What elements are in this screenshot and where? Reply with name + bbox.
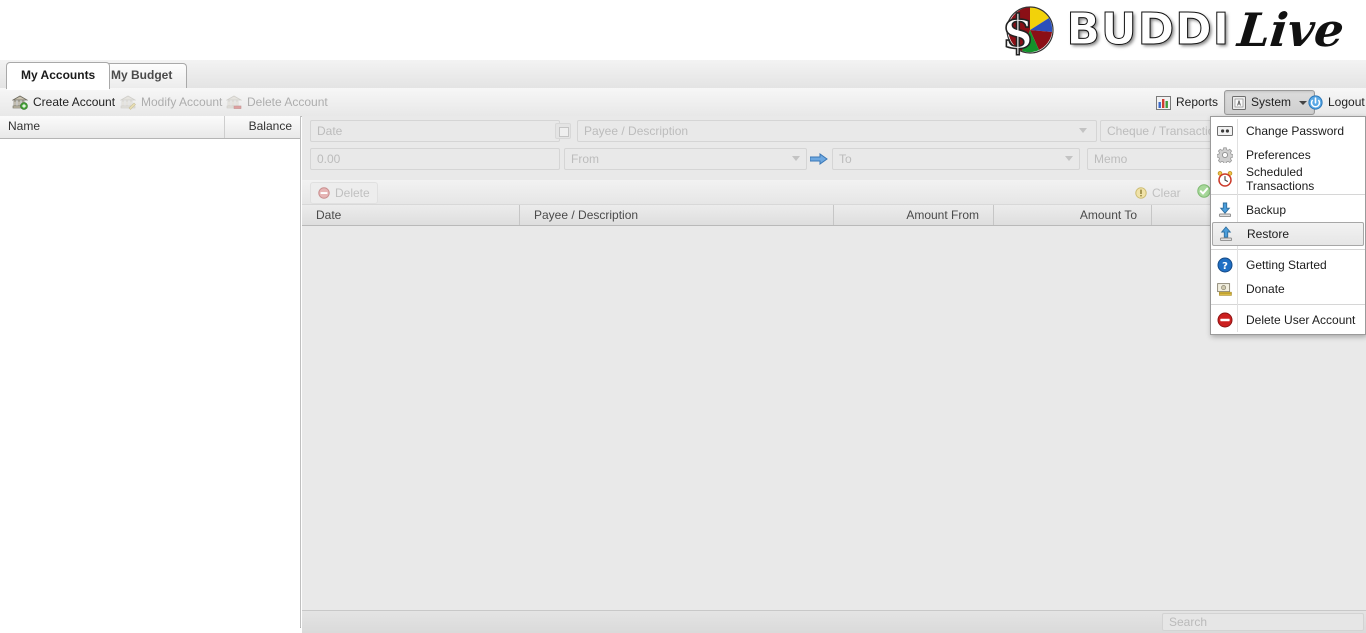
tab-strip: My Accounts My Budget [0,60,1366,90]
tx-column-date[interactable]: Date [302,205,520,225]
help-icon: ? [1213,254,1237,276]
tab-my-budget-label: My Budget [111,68,173,82]
menu-item-backup-label: Backup [1246,203,1287,217]
bar-chart-icon [1156,95,1171,110]
logo-suffix-text: Live [1235,3,1347,57]
accounts-table-header: Name Balance [0,116,300,139]
menu-item-change-password[interactable]: Change Password [1211,119,1365,143]
chevron-down-icon[interactable] [1065,156,1073,161]
delete-account-button[interactable]: Delete Account [218,90,336,115]
logout-label: Logout [1328,95,1365,109]
delete-transaction-button[interactable]: Delete [310,182,378,204]
accounts-column-name[interactable]: Name [0,116,225,138]
to-account-select[interactable]: To [832,148,1080,170]
accounts-panel: Name Balance [0,116,301,628]
modify-account-button[interactable]: Modify Account [112,90,230,115]
menu-item-restore-label: Restore [1247,227,1290,241]
tx-column-amount-from[interactable]: Amount From [834,205,994,225]
accounts-table-body[interactable] [0,139,300,628]
upload-icon [1214,223,1238,245]
warning-icon [1135,187,1147,199]
transaction-entry-row-1: Date Payee / Description Cheque / Transa… [302,120,1366,148]
alarm-clock-icon [1213,168,1237,190]
modify-account-label: Modify Account [141,95,223,109]
menu-separator [1211,194,1365,195]
menu-item-getting-started-label: Getting Started [1246,258,1327,272]
tx-column-payee[interactable]: Payee / Description [520,205,834,225]
main-toolbar: Create Account Modify Account Delete Acc… [0,88,1366,117]
menu-item-change-password-label: Change Password [1246,124,1345,138]
gear-icon [1213,144,1237,166]
menu-item-delete-user-account[interactable]: Delete User Account [1211,308,1365,332]
accounts-column-balance[interactable]: Balance [225,116,300,138]
transactions-footer: Search [302,610,1366,633]
menu-item-backup[interactable]: Backup [1211,198,1365,222]
delete-circle-icon [318,187,330,199]
bank-add-icon [12,95,28,110]
transaction-entry-row-2: 0.00 From To Memo [302,148,1366,176]
menu-separator [1211,304,1365,305]
clear-label: Clear [1152,186,1181,200]
menu-item-scheduled-transactions[interactable]: Scheduled Transactions [1211,165,1365,193]
svg-text:$: $ [1002,5,1034,58]
create-account-button[interactable]: Create Account [4,90,123,115]
tx-column-amount-to[interactable]: Amount To [994,205,1152,225]
chevron-down-icon[interactable] [792,156,800,161]
menu-item-preferences-label: Preferences [1246,148,1311,162]
calendar-icon[interactable] [555,123,571,139]
system-label: System [1251,95,1292,109]
arrow-right-icon [810,152,828,166]
menu-item-donate[interactable]: Donate [1211,277,1365,301]
app-logo: $ BUDDI Live [1000,2,1347,58]
download-icon [1213,199,1237,221]
password-icon [1213,120,1237,142]
from-account-select[interactable]: From [564,148,807,170]
menu-separator [1211,249,1365,250]
amount-input[interactable]: 0.00 [310,148,560,170]
money-icon [1213,278,1237,300]
create-account-label: Create Account [33,95,116,109]
menu-item-preferences[interactable]: Preferences [1211,143,1365,167]
system-icon [1232,95,1246,110]
bank-edit-icon [120,95,136,110]
buddi-live-window: $ BUDDI Live My Accounts My Budget Creat… [0,0,1366,633]
search-input[interactable]: Search [1162,613,1364,631]
svg-text:?: ? [1222,261,1228,272]
date-input[interactable]: Date [310,120,560,142]
pie-chart-dollar-logo: $ [1000,2,1062,58]
menu-item-donate-label: Donate [1246,282,1285,296]
transaction-table-header: Date Payee / Description Amount From Amo… [302,204,1366,226]
reports-label: Reports [1176,95,1219,109]
logo-brand-text: BUDDI [1066,4,1231,55]
transactions-panel: Date Payee / Description Cheque / Transa… [302,116,1366,633]
menu-item-scheduled-transactions-label: Scheduled Transactions [1246,165,1315,193]
check-circle-icon[interactable] [1197,184,1211,198]
delete-transaction-label: Delete [335,186,370,200]
no-entry-icon [1213,309,1237,331]
menu-item-restore[interactable]: Restore [1212,222,1364,246]
menu-item-getting-started[interactable]: ? Getting Started [1211,253,1365,277]
tab-my-accounts[interactable]: My Accounts [6,62,111,90]
menu-item-delete-user-account-label: Delete User Account [1246,313,1356,327]
bank-delete-icon [226,95,242,110]
transaction-action-row: Delete Clear [302,180,1366,205]
app-header: $ BUDDI Live [0,0,1366,60]
tab-my-accounts-label: My Accounts [21,68,96,82]
power-icon [1308,95,1323,110]
payee-description-input[interactable]: Payee / Description [577,120,1097,142]
delete-account-label: Delete Account [247,95,328,109]
chevron-down-icon[interactable] [1079,128,1087,133]
clear-button[interactable]: Clear [1127,182,1189,204]
transaction-table-body[interactable] [302,226,1366,616]
logout-button[interactable]: Logout [1300,90,1366,115]
system-dropdown-menu: Change Password Preferences Scheduled Tr… [1210,116,1366,335]
